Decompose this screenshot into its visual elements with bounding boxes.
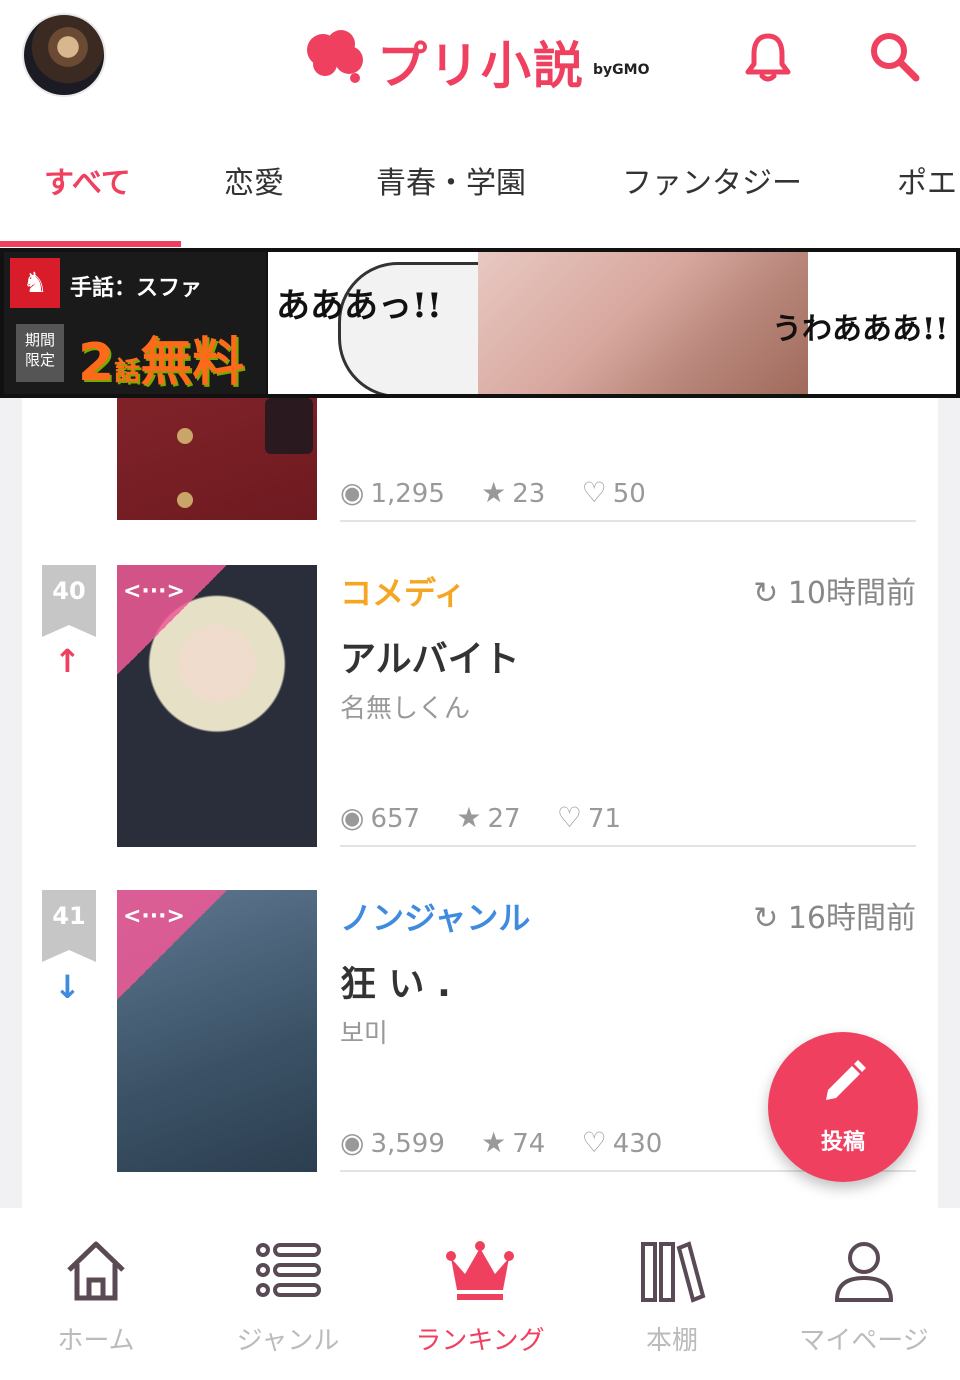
stars-stat: ★ 74 (481, 1126, 546, 1159)
story-cover[interactable]: <···> (117, 890, 317, 1172)
story-title[interactable]: 狂 い . (340, 955, 451, 1007)
star-icon: ★ (456, 801, 482, 834)
ad-comic-panel: あああっ!! うわあああ!! (268, 252, 956, 394)
ad-free-text: 2話無料 (78, 320, 244, 395)
nav-bookshelf[interactable]: 本棚 (576, 1208, 768, 1380)
crown-icon (446, 1241, 514, 1300)
ad-free-unit: 話 (114, 357, 141, 387)
search-icon[interactable] (866, 28, 922, 84)
rank-badge: 41 (42, 890, 96, 962)
story-updated-time: ↻ 16時間前 (753, 901, 916, 936)
story-stats: ◉ 1,295 ★ 23 ♡ 50 (340, 476, 674, 509)
story-stats: ◉ 3,599 ★ 74 ♡ 430 (340, 1126, 690, 1159)
rank-down-arrow-icon: ↓ (54, 968, 81, 1006)
tab-youth-school[interactable]: 青春・学園 (376, 158, 526, 202)
views-stat: ◉ 657 (340, 801, 421, 834)
bell-icon[interactable] (740, 28, 796, 84)
nav-bookshelf-label: 本棚 (645, 1326, 698, 1356)
tab-romance[interactable]: 恋愛 (224, 158, 284, 202)
logo-sub: byGMO (593, 62, 650, 78)
story-cover[interactable]: <···> (117, 565, 317, 847)
tab-fantasy[interactable]: ファンタジー (622, 158, 802, 202)
coat-button-decor (177, 428, 193, 444)
views-stat: ◉ 3,599 (340, 1126, 445, 1159)
story-genre[interactable]: コメディ (340, 568, 466, 614)
divider (340, 520, 916, 522)
nav-genre-label: ジャンル (236, 1326, 340, 1356)
star-icon: ★ (481, 1126, 507, 1159)
stars-stat: ★ 23 (481, 476, 546, 509)
rank-up-arrow-icon: ↑ (54, 642, 81, 680)
category-tabs: すべて 恋愛 青春・学園 ファンタジー ポエ (0, 120, 960, 248)
star-icon: ★ (481, 476, 507, 509)
ad-limited-badge: 期間 限定 (16, 324, 64, 382)
nav-home[interactable]: ホーム (0, 1208, 192, 1380)
post-button[interactable]: 投稿 (768, 1032, 918, 1182)
bottom-navigation: ホーム ジャンル ランキング 本棚 マイページ (0, 1208, 960, 1380)
user-avatar[interactable] (22, 13, 106, 97)
story-author[interactable]: 보미 (340, 1013, 388, 1050)
logo-cloud-icon (307, 30, 363, 83)
tab-all[interactable]: すべて (44, 158, 131, 202)
ad-comic-art (478, 252, 808, 394)
person-icon (834, 1242, 894, 1302)
heart-icon: ♡ (556, 801, 582, 834)
ad-speech-left: あああっ!! (276, 286, 442, 326)
heart-icon: ♡ (581, 476, 607, 509)
story-author[interactable]: 名無しくん (340, 688, 470, 725)
app-header: プリ小説 byGMO (0, 0, 960, 120)
nav-genre[interactable]: ジャンル (192, 1208, 384, 1380)
bookshelf-icon (641, 1241, 706, 1303)
nav-mypage-label: マイページ (799, 1326, 929, 1356)
story-cover[interactable] (117, 398, 317, 520)
coat-button-decor (177, 492, 193, 508)
nav-mypage[interactable]: マイページ (768, 1208, 960, 1380)
ad-free-label: 無料 (140, 333, 245, 393)
ad-free-num: 2 (78, 333, 115, 393)
ad-logo-icon: ♞ (10, 258, 60, 308)
genre-badge: <···> (117, 890, 227, 1000)
logo-text: プリ小説 (377, 37, 585, 95)
genre-badge: <···> (117, 565, 227, 675)
divider (340, 845, 916, 847)
home-icon (67, 1241, 125, 1301)
heart-icon: ♡ (581, 1126, 607, 1159)
eye-icon: ◉ (340, 801, 365, 834)
update-icon: ↻ (753, 901, 788, 936)
likes-stat: ♡ 71 (556, 801, 622, 834)
update-icon: ↻ (753, 576, 788, 611)
tab-poem[interactable]: ポエ (897, 158, 957, 202)
ad-speech-right: うわあああ!! (772, 312, 949, 347)
crest-emblem (265, 398, 313, 454)
nav-home-label: ホーム (57, 1326, 135, 1356)
stars-stat: ★ 27 (456, 801, 521, 834)
likes-stat: ♡ 50 (581, 476, 646, 509)
likes-stat: ♡ 430 (581, 1126, 663, 1159)
views-stat: ◉ 1,295 (340, 476, 445, 509)
eye-icon: ◉ (340, 476, 365, 509)
story-genre[interactable]: ノンジャンル (340, 893, 530, 939)
story-updated-time: ↻ 10時間前 (753, 576, 916, 611)
story-title[interactable]: アルバイト (340, 630, 520, 682)
app-logo[interactable]: プリ小説 byGMO (303, 22, 663, 95)
nav-ranking-label: ランキング (415, 1326, 545, 1356)
rank-badge: 40 (42, 565, 96, 637)
eye-icon: ◉ (340, 1126, 365, 1159)
ad-series-title: 手話：スファ (70, 276, 203, 301)
list-icon (256, 1243, 321, 1297)
pencil-icon (826, 1060, 866, 1100)
story-stats: ◉ 657 ★ 27 ♡ 71 (340, 801, 649, 834)
post-button-label: 投稿 (820, 1130, 865, 1155)
ad-banner[interactable]: ♞ 手話：スファ 期間 限定 2話無料 あああっ!! うわあああ!! (0, 248, 960, 398)
ad-left-panel: ♞ 手話：スファ 期間 限定 2話無料 (4, 252, 266, 394)
active-tab-indicator (0, 241, 181, 247)
nav-ranking[interactable]: ランキング (384, 1208, 576, 1380)
